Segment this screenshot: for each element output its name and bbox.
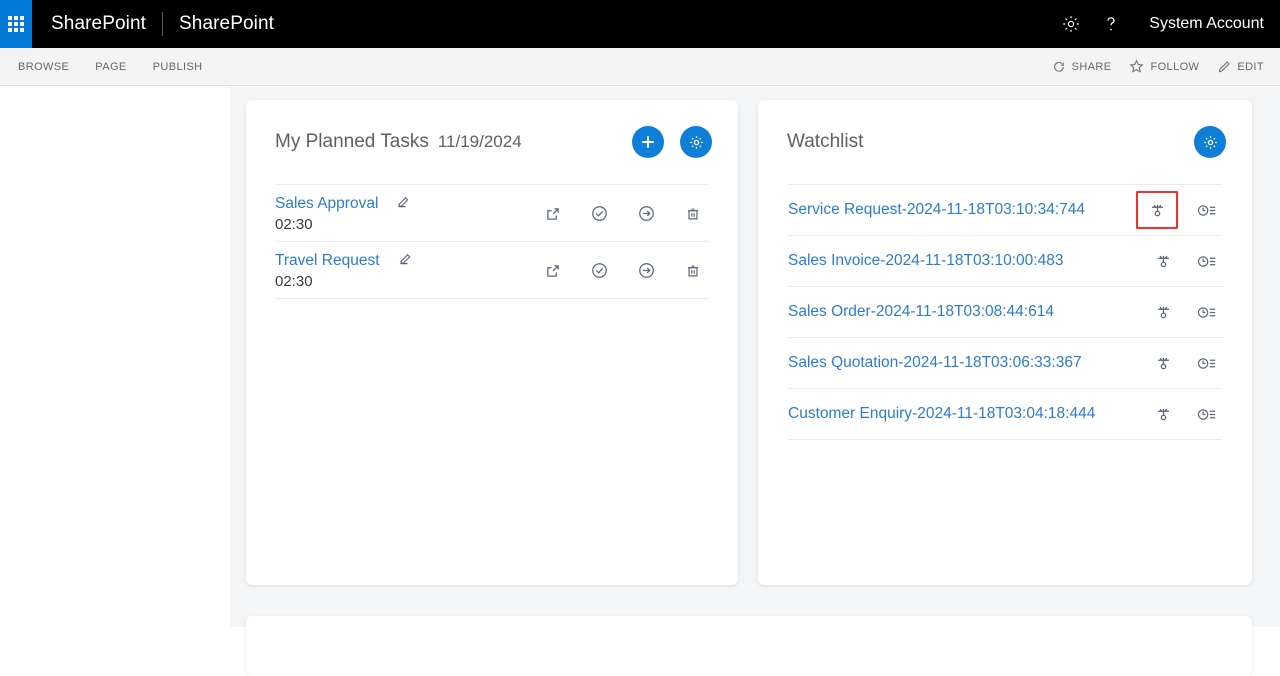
watchlist-item-link[interactable]: Service Request-2024-11-18T03:10:34:744	[788, 201, 1085, 219]
star-icon	[1129, 59, 1145, 74]
watchlist-row[interactable]: Customer Enquiry-2024-11-18T03:04:18:444	[788, 388, 1222, 439]
task-time: 02:30	[275, 272, 313, 290]
forward-task-icon[interactable]	[637, 261, 656, 280]
task-info: Travel Request 02:30	[275, 252, 413, 290]
watchlist-row[interactable]: Sales Quotation-2024-11-18T03:06:33:367	[788, 337, 1222, 388]
pencil-icon	[1217, 60, 1231, 74]
history-icon[interactable]	[1192, 195, 1222, 225]
tasks-list-bottom-divider	[275, 298, 709, 299]
tasks-card-header: My Planned Tasks 11/19/2024	[246, 100, 738, 184]
page-canvas: My Planned Tasks 11/19/2024 Sales Approv…	[230, 87, 1280, 676]
watchlist-row-actions	[1148, 246, 1222, 276]
settings-gear-icon[interactable]	[1051, 0, 1091, 48]
suite-brand[interactable]: SharePoint	[32, 13, 162, 35]
task-name-line: Sales Approval	[275, 195, 411, 213]
bottom-card	[246, 616, 1252, 676]
task-row[interactable]: Travel Request 02:30	[275, 241, 709, 298]
watchlist-card-title: Watchlist	[787, 131, 864, 152]
history-icon[interactable]	[1192, 399, 1222, 429]
complete-task-icon[interactable]	[590, 204, 609, 223]
watchlist-card-header: Watchlist	[758, 100, 1252, 184]
watchlist-settings-button[interactable]	[1194, 126, 1226, 158]
suite-bar: SharePoint SharePoint System Account	[0, 0, 1280, 48]
suite-bar-right: System Account	[1051, 0, 1280, 48]
workflow-icon[interactable]	[1148, 297, 1178, 327]
user-account-name[interactable]: System Account	[1131, 15, 1274, 33]
watchlist-items: Service Request-2024-11-18T03:10:34:744	[758, 184, 1252, 440]
workflow-icon[interactable]	[1148, 348, 1178, 378]
delete-task-icon[interactable]	[684, 262, 702, 280]
app-launcher-icon	[8, 16, 24, 32]
watchlist-item-link[interactable]: Customer Enquiry-2024-11-18T03:04:18:444	[788, 405, 1095, 423]
add-task-button[interactable]	[632, 126, 664, 158]
tasks-card-title: My Planned Tasks	[275, 131, 429, 152]
edit-label: EDIT	[1237, 60, 1264, 73]
site-title[interactable]: SharePoint	[163, 13, 290, 35]
help-icon[interactable]	[1091, 0, 1131, 48]
watchlist-item-link[interactable]: Sales Order-2024-11-18T03:08:44:614	[788, 303, 1054, 321]
watchlist-row-actions	[1136, 191, 1222, 229]
ribbon-tab-page[interactable]: PAGE	[95, 61, 126, 73]
app-launcher-button[interactable]	[0, 0, 32, 48]
watchlist-header-buttons	[1194, 126, 1226, 158]
workflow-icon[interactable]	[1148, 246, 1178, 276]
watchlist-item-link[interactable]: Sales Quotation-2024-11-18T03:06:33:367	[788, 354, 1082, 372]
delete-task-icon[interactable]	[684, 205, 702, 223]
watchlist-row-actions	[1148, 297, 1222, 327]
workflow-icon[interactable]	[1136, 191, 1178, 229]
task-name-line: Travel Request	[275, 252, 413, 270]
tasks-card-date: 11/19/2024	[437, 132, 522, 151]
watchlist-card: Watchlist Service Request-2024-11-18T03:…	[758, 100, 1252, 585]
tasks-settings-button[interactable]	[680, 126, 712, 158]
follow-label: FOLLOW	[1150, 60, 1200, 73]
watchlist-row[interactable]: Sales Invoice-2024-11-18T03:10:00:483	[788, 235, 1222, 286]
watchlist-bottom-divider	[788, 439, 1222, 440]
tasks-card-header-buttons	[632, 126, 712, 158]
my-planned-tasks-card: My Planned Tasks 11/19/2024 Sales Approv…	[246, 100, 738, 585]
task-name-link[interactable]: Sales Approval	[275, 195, 378, 213]
history-icon[interactable]	[1192, 246, 1222, 276]
ribbon-bar: BROWSE PAGE PUBLISH SHARE FOLLOW EDIT	[0, 48, 1280, 86]
tasks-list: Sales Approval 02:30 Travel Request 02:3…	[246, 184, 738, 299]
watchlist-row-actions	[1148, 348, 1222, 378]
watchlist-row-actions	[1148, 399, 1222, 429]
share-label: SHARE	[1071, 60, 1112, 73]
task-actions	[544, 204, 709, 223]
history-icon[interactable]	[1192, 348, 1222, 378]
ribbon-actions: SHARE FOLLOW EDIT	[1052, 59, 1280, 74]
task-actions	[544, 261, 709, 280]
task-name-link[interactable]: Travel Request	[275, 252, 380, 270]
watchlist-item-link[interactable]: Sales Invoice-2024-11-18T03:10:00:483	[788, 252, 1063, 270]
task-edit-icon[interactable]	[396, 252, 413, 269]
workflow-icon[interactable]	[1148, 399, 1178, 429]
complete-task-icon[interactable]	[590, 261, 609, 280]
forward-task-icon[interactable]	[637, 204, 656, 223]
watchlist-row[interactable]: Sales Order-2024-11-18T03:08:44:614	[788, 286, 1222, 337]
share-button[interactable]: SHARE	[1052, 60, 1112, 74]
ribbon-tab-browse[interactable]: BROWSE	[18, 61, 69, 73]
task-edit-icon[interactable]	[394, 195, 411, 212]
ribbon-tab-publish[interactable]: PUBLISH	[153, 61, 203, 73]
task-time: 02:30	[275, 215, 313, 233]
watchlist-row[interactable]: Service Request-2024-11-18T03:10:34:744	[788, 184, 1222, 235]
edit-button[interactable]: EDIT	[1217, 60, 1264, 74]
task-info: Sales Approval 02:30	[275, 195, 411, 233]
follow-button[interactable]: FOLLOW	[1129, 59, 1199, 74]
open-in-new-icon[interactable]	[544, 262, 562, 280]
history-icon[interactable]	[1192, 297, 1222, 327]
open-in-new-icon[interactable]	[544, 205, 562, 223]
share-icon	[1052, 60, 1066, 74]
task-row[interactable]: Sales Approval 02:30	[275, 184, 709, 241]
ribbon-tabs: BROWSE PAGE PUBLISH	[0, 61, 203, 73]
